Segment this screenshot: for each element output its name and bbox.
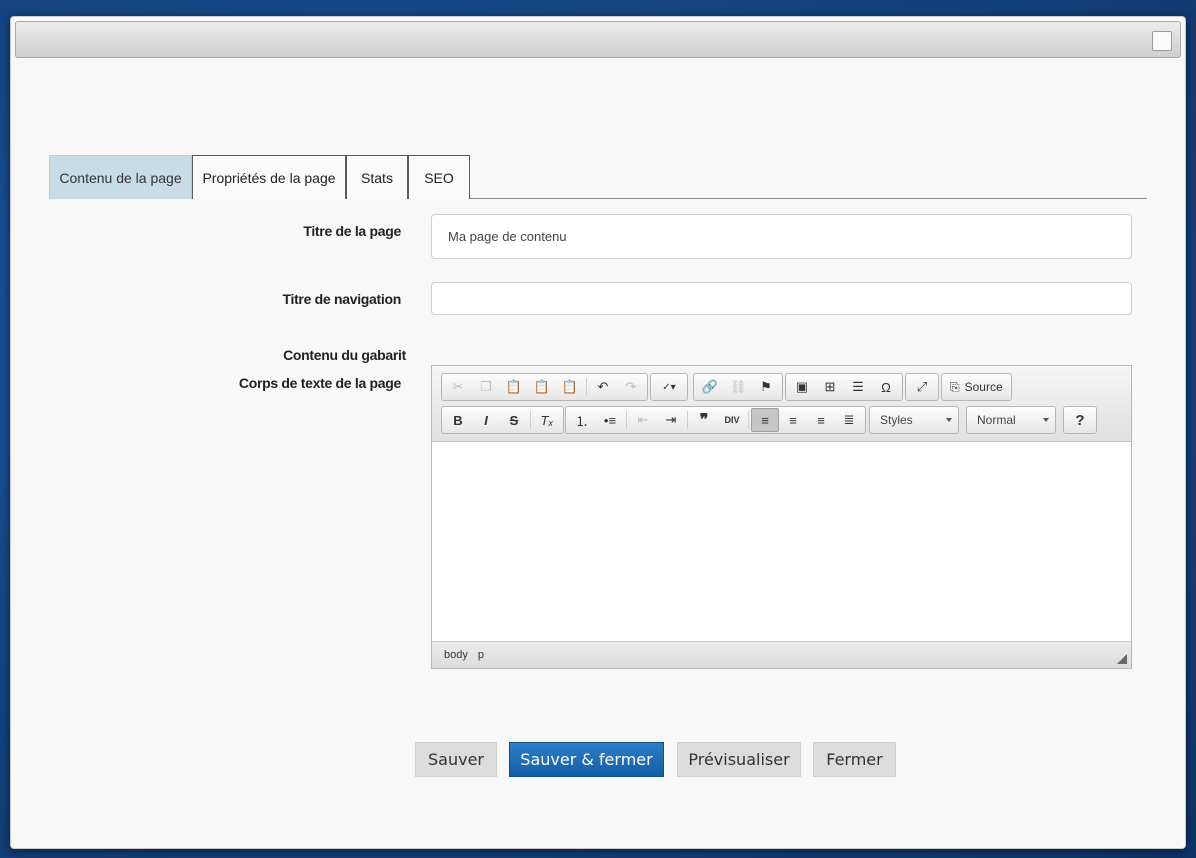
nav-title-input[interactable] [431, 282, 1132, 315]
paragraph-group: ⒈ •≡ ⇤ ⇥ ❞ DIV ≡ ≡ ≡ ≣ [565, 406, 866, 434]
table-icon[interactable]: ⊞ [816, 375, 844, 399]
anchor-flag-icon[interactable]: ⚑ [752, 375, 780, 399]
spellcheck-group: ✓▾ [650, 373, 688, 401]
template-content-label: Contenu du gabarit [283, 347, 406, 363]
justify-icon[interactable]: ≣ [835, 408, 863, 432]
maximize-icon[interactable]: ⤢ [908, 375, 936, 399]
copy-icon[interactable]: ❐ [472, 375, 500, 399]
source-button[interactable]: ⎘ Source [944, 375, 1009, 399]
help-icon[interactable]: ? [1066, 408, 1094, 432]
insert-group: ▣ ⊞ ☰ Ω [785, 373, 903, 401]
nav-title-label: Titre de navigation [282, 291, 401, 307]
source-label: Source [964, 380, 1003, 394]
help-group: ? [1063, 406, 1097, 434]
source-icon: ⎘ [950, 379, 960, 394]
align-center-icon[interactable]: ≡ [779, 408, 807, 432]
link-group: 🔗 ⛓ ⚑ [693, 373, 783, 401]
indent-icon[interactable]: ⇥ [657, 408, 685, 432]
remove-format-icon[interactable]: Tₓ [533, 408, 561, 432]
outdent-icon[interactable]: ⇤ [629, 408, 657, 432]
format-label: Normal [977, 413, 1016, 427]
tab-stats[interactable]: Stats [346, 155, 408, 199]
maximize-button[interactable] [1152, 31, 1172, 51]
link-icon[interactable]: 🔗 [696, 375, 724, 399]
tab-page-content[interactable]: Contenu de la page [49, 155, 192, 199]
horizontal-line-icon[interactable]: ☰ [844, 375, 872, 399]
undo-icon[interactable]: ↶ [589, 375, 617, 399]
paste-word-icon[interactable]: 📋 [556, 375, 584, 399]
tab-page-properties[interactable]: Propriétés de la page [192, 155, 346, 199]
blockquote-icon[interactable]: ❞ [690, 408, 718, 432]
strike-icon[interactable]: S [500, 408, 528, 432]
close-button[interactable]: Fermer [813, 742, 896, 777]
unlink-icon[interactable]: ⛓ [724, 375, 752, 399]
spellcheck-icon[interactable]: ✓▾ [653, 375, 685, 399]
special-char-icon[interactable]: Ω [872, 375, 900, 399]
source-group: ⎘ Source [941, 373, 1012, 401]
chevron-down-icon [1043, 418, 1049, 422]
paste-text-icon[interactable]: 📋 [528, 375, 556, 399]
styles-label: Styles [880, 413, 913, 427]
editor-toolbar: ✂ ❐ 📋 📋 📋 ↶ ↷ ✓▾ 🔗 ⛓ ⚑ ▣ ⊞ ☰ Ω ⤢ ⎘ Sourc… [432, 366, 1131, 442]
page-body-label: Corps de texte de la page [238, 375, 401, 391]
bold-icon[interactable]: B [444, 408, 472, 432]
editor-path-bar: body p [432, 641, 1131, 668]
path-p[interactable]: p [478, 649, 484, 661]
styles-dropdown[interactable]: Styles [869, 406, 959, 434]
cut-icon[interactable]: ✂ [444, 375, 472, 399]
chevron-down-icon [946, 418, 952, 422]
editor-content-area[interactable] [432, 442, 1131, 642]
save-button[interactable]: Sauver [415, 742, 497, 777]
preview-button[interactable]: Prévisualiser [677, 742, 801, 777]
paste-icon[interactable]: 📋 [500, 375, 528, 399]
page-editor-dialog: Contenu de la page Propriétés de la page… [10, 16, 1186, 849]
maximize-group: ⤢ [905, 373, 939, 401]
align-left-icon[interactable]: ≡ [751, 408, 779, 432]
format-dropdown[interactable]: Normal [966, 406, 1056, 434]
basic-styles-group: B I S Tₓ [441, 406, 564, 434]
resize-handle-icon[interactable] [1117, 654, 1127, 664]
save-close-button[interactable]: Sauver & fermer [509, 742, 664, 777]
align-right-icon[interactable]: ≡ [807, 408, 835, 432]
page-title-input[interactable]: Ma page de contenu [431, 214, 1132, 259]
bulleted-list-icon[interactable]: •≡ [596, 408, 624, 432]
div-icon[interactable]: DIV [718, 408, 746, 432]
dialog-titlebar[interactable] [15, 21, 1181, 58]
page-title-label: Titre de la page [303, 223, 401, 239]
clipboard-group: ✂ ❐ 📋 📋 📋 ↶ ↷ [441, 373, 648, 401]
tab-bar: Contenu de la page Propriétés de la page… [49, 155, 1147, 199]
italic-icon[interactable]: I [472, 408, 500, 432]
path-body[interactable]: body [444, 649, 468, 661]
tab-seo[interactable]: SEO [408, 155, 470, 199]
image-icon[interactable]: ▣ [788, 375, 816, 399]
numbered-list-icon[interactable]: ⒈ [568, 408, 596, 432]
rich-text-editor: ✂ ❐ 📋 📋 📋 ↶ ↷ ✓▾ 🔗 ⛓ ⚑ ▣ ⊞ ☰ Ω ⤢ ⎘ Sourc… [431, 365, 1132, 669]
redo-icon[interactable]: ↷ [617, 375, 645, 399]
